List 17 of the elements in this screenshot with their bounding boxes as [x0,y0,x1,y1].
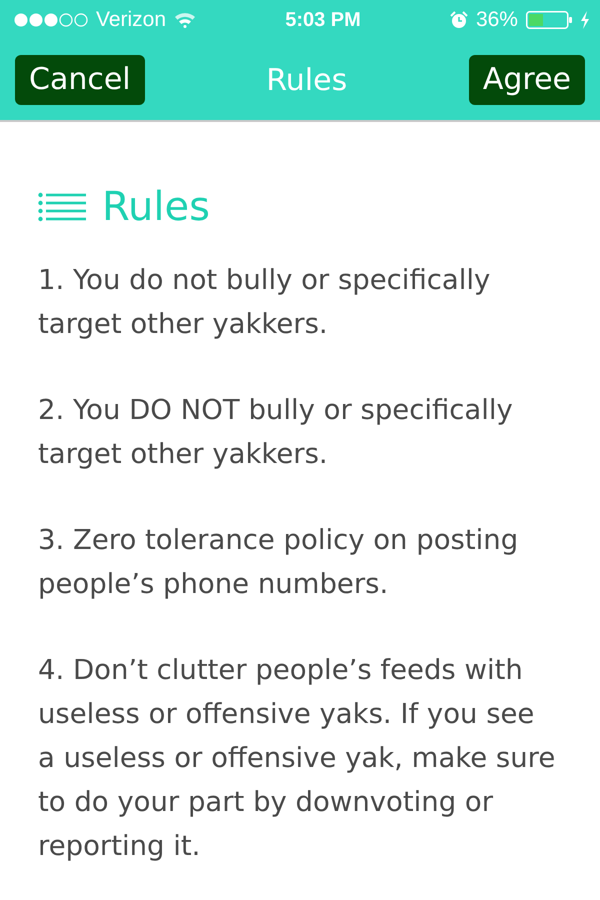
wifi-icon [174,12,196,28]
rule-text: 4. Don’t clutter people’s feeds with useless or offensive yaks. If you see a useless or offensive yak, make sure to do your part by downvoting or reporting it. [38,653,556,864]
rule-text: 3. Zero tolerance policy on posting people’s phone numbers. [38,523,520,602]
battery-icon [526,11,572,29]
rule-text: 2. You DO NOT bully or specifically target other yakkers. [38,393,514,472]
list-icon [38,192,86,222]
carrier-name: Verizon [96,7,166,34]
section-heading: Rules [102,183,210,232]
agree-button[interactable]: Agree [468,55,585,105]
charging-bolt-icon [580,11,590,29]
screen-title: Rules [266,62,348,100]
signal-icon [14,12,88,28]
clock-time: 5:03 PM [285,8,361,33]
alarm-clock-icon [450,11,468,29]
battery-percent: 36% [476,7,518,34]
rule-text: 1. You do not bully or specifically target other yakkers. [38,263,492,342]
cancel-button[interactable]: Cancel [15,55,145,105]
